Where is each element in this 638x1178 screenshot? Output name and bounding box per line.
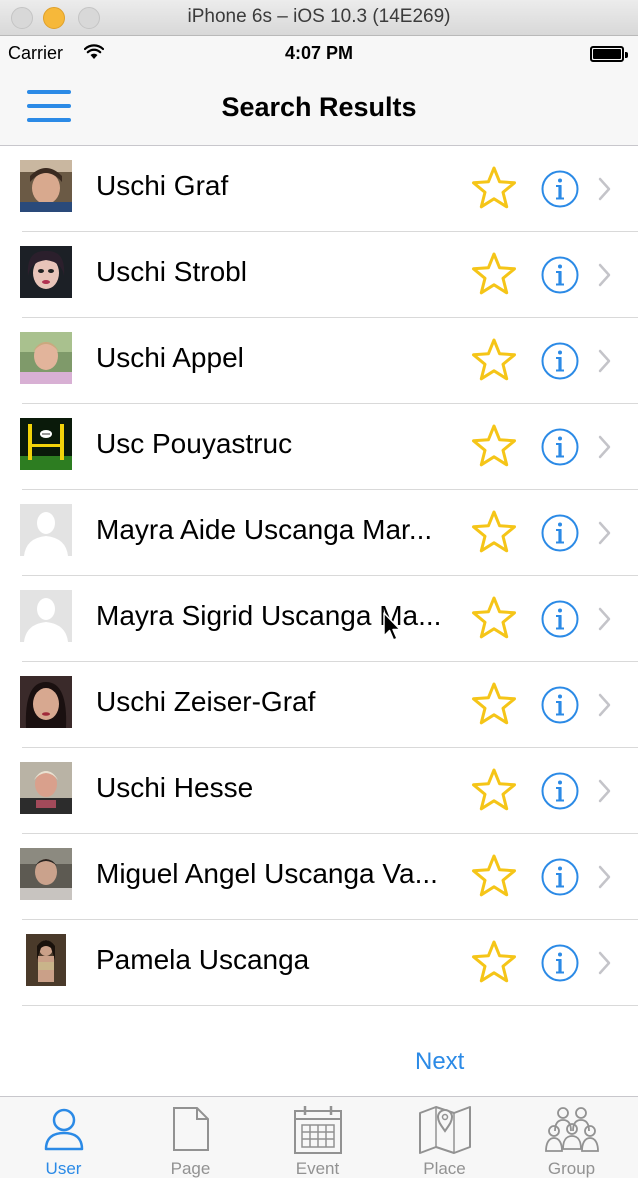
status-time: 4:07 PM — [284, 43, 354, 63]
chevron-right-icon — [598, 262, 612, 288]
result-name: Pamela Uscanga — [96, 944, 310, 975]
avatar — [20, 848, 72, 900]
result-row[interactable]: Uschi Zeiser-Graf — [0, 662, 638, 748]
tab-label: Event — [295, 1159, 340, 1178]
result-name: Mayra Sigrid Uscanga Ma... — [96, 600, 442, 631]
tab-label: Page — [170, 1159, 211, 1178]
favorite-star-icon[interactable] — [470, 853, 518, 899]
result-row[interactable]: Miguel Angel Uscanga Va... — [0, 834, 638, 920]
tab-page[interactable]: Page — [127, 1097, 254, 1178]
result-name: Usc Pouyastruc — [96, 428, 293, 459]
page-title: Search Results — [221, 92, 417, 122]
chevron-right-icon — [598, 864, 612, 890]
avatar — [20, 160, 72, 212]
info-icon[interactable] — [540, 169, 580, 209]
avatar — [20, 934, 72, 986]
chevron-right-icon — [598, 434, 612, 460]
tab-label: Group — [547, 1159, 596, 1178]
result-name: Uschi Hesse — [96, 772, 254, 803]
info-icon[interactable] — [540, 427, 580, 467]
chevron-right-icon — [598, 176, 612, 202]
info-icon[interactable] — [540, 943, 580, 983]
info-icon[interactable] — [540, 341, 580, 381]
result-name: Uschi Graf — [96, 170, 229, 201]
avatar — [20, 762, 72, 814]
chevron-right-icon — [598, 348, 612, 374]
navigation-bar: Search Results — [0, 72, 638, 146]
favorite-star-icon[interactable] — [470, 251, 518, 297]
result-row[interactable]: Uschi Graf — [0, 146, 638, 232]
next-page-link[interactable]: Next — [415, 1048, 464, 1076]
result-row[interactable]: Mayra Sigrid Uscanga Ma... — [0, 576, 638, 662]
info-icon[interactable] — [540, 513, 580, 553]
tab-label: Place — [423, 1159, 466, 1178]
tab-group[interactable]: Group — [508, 1097, 635, 1178]
favorite-star-icon[interactable] — [470, 423, 518, 469]
info-icon[interactable] — [540, 857, 580, 897]
favorite-star-icon[interactable] — [470, 681, 518, 727]
chevron-right-icon — [598, 606, 612, 632]
result-row[interactable]: Pamela Uscanga — [0, 920, 638, 1006]
result-name: Mayra Aide Uscanga Mar... — [96, 514, 433, 545]
result-name: Miguel Angel Uscanga Va... — [96, 858, 438, 889]
avatar — [20, 332, 72, 384]
favorite-star-icon[interactable] — [470, 509, 518, 555]
info-icon[interactable] — [540, 599, 580, 639]
tab-label: User — [45, 1159, 82, 1178]
tab-user[interactable]: User — [0, 1097, 127, 1178]
avatar — [20, 418, 72, 470]
chevron-right-icon — [598, 520, 612, 546]
battery-icon — [590, 46, 628, 62]
info-icon[interactable] — [540, 771, 580, 811]
favorite-star-icon[interactable] — [470, 939, 518, 985]
result-row[interactable]: Uschi Appel — [0, 318, 638, 404]
avatar — [20, 246, 72, 298]
result-row[interactable]: Usc Pouyastruc — [0, 404, 638, 490]
page-icon — [172, 1107, 209, 1151]
favorite-star-icon[interactable] — [470, 595, 518, 641]
tab-bar: User Page Event Place Group — [0, 1096, 638, 1178]
result-row[interactable]: Mayra Aide Uscanga Mar... — [0, 490, 638, 576]
favorite-star-icon[interactable] — [470, 767, 518, 813]
tab-event[interactable]: Event — [254, 1097, 381, 1178]
group-icon — [544, 1107, 599, 1152]
result-row[interactable]: Uschi Hesse — [0, 748, 638, 834]
user-icon — [44, 1108, 83, 1151]
result-row[interactable]: Uschi Strobl — [0, 232, 638, 318]
avatar-placeholder-icon — [20, 590, 72, 642]
chevron-right-icon — [598, 950, 612, 976]
favorite-star-icon[interactable] — [470, 165, 518, 211]
favorite-star-icon[interactable] — [470, 337, 518, 383]
info-icon[interactable] — [540, 255, 580, 295]
simulator-title-bar: iPhone 6s – iOS 10.3 (14E269) — [0, 0, 638, 36]
search-results-list: Uschi Graf Uschi Strobl Uschi Appel Usc Pou… — [0, 146, 638, 1006]
simulator-title: iPhone 6s – iOS 10.3 (14E269) — [187, 6, 451, 27]
chevron-right-icon — [598, 778, 612, 804]
avatar-placeholder-icon — [20, 504, 72, 556]
tab-place[interactable]: Place — [381, 1097, 508, 1178]
chevron-right-icon — [598, 692, 612, 718]
info-icon[interactable] — [540, 685, 580, 725]
map-icon — [418, 1106, 471, 1154]
result-name: Uschi Zeiser-Graf — [96, 686, 316, 717]
result-name: Uschi Strobl — [96, 256, 247, 287]
calendar-icon — [293, 1106, 342, 1154]
avatar — [20, 676, 72, 728]
status-bar: Carrier 4:07 PM — [0, 36, 638, 72]
result-name: Uschi Appel — [96, 342, 244, 373]
mouse-cursor-icon — [383, 612, 401, 641]
